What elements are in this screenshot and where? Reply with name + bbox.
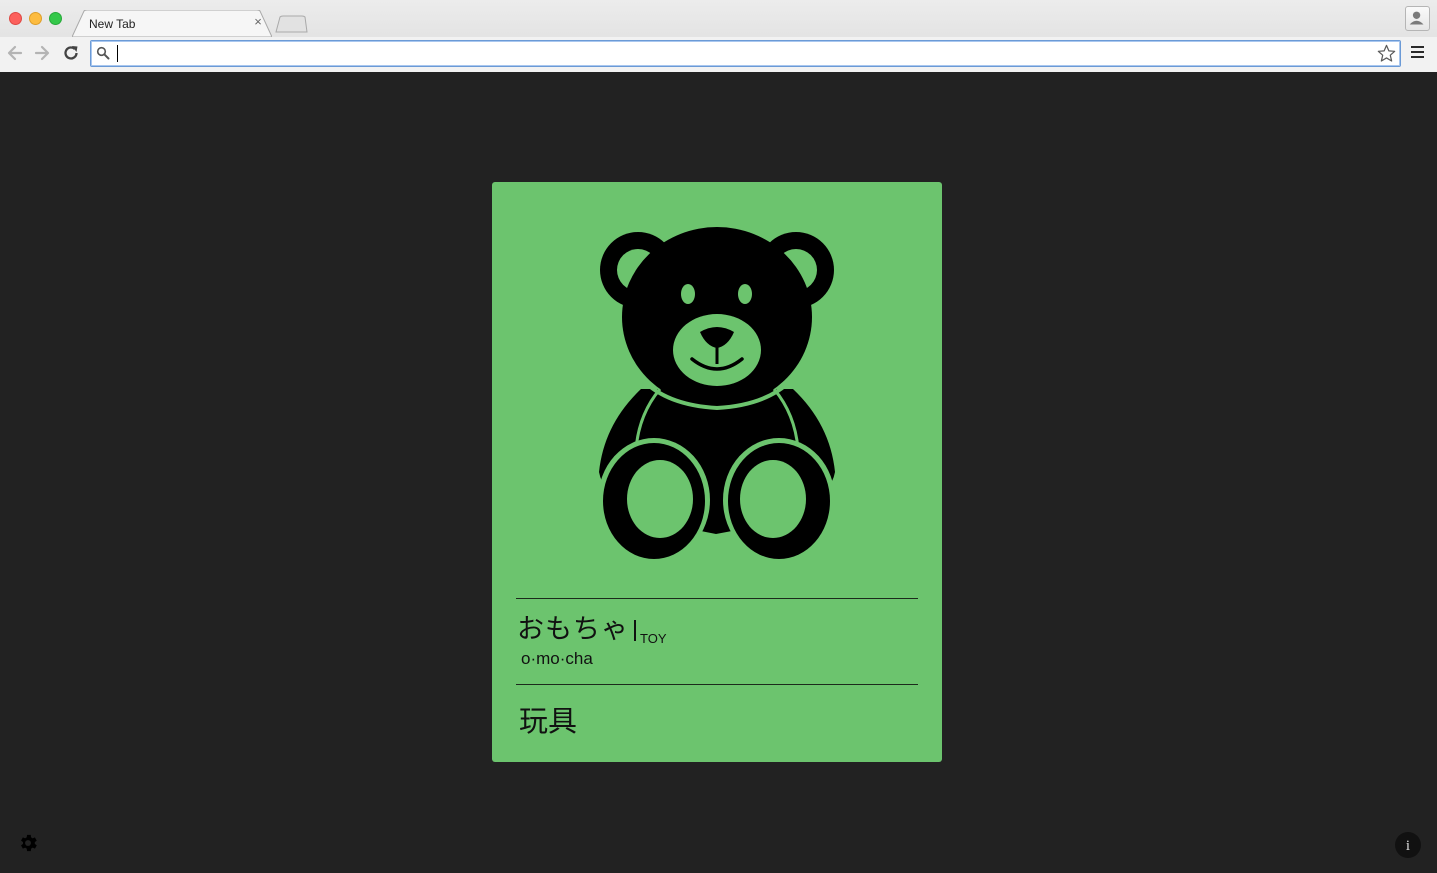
new-tab-button[interactable] bbox=[274, 15, 308, 33]
forward-arrow-icon[interactable] bbox=[32, 43, 52, 63]
kanji-word: 玩具 bbox=[519, 704, 578, 738]
address-input[interactable] bbox=[116, 44, 1371, 63]
bookmark-star-icon[interactable] bbox=[1377, 44, 1396, 63]
window-minimize-button[interactable] bbox=[29, 12, 42, 25]
romaji-reading: o·mo·cha bbox=[521, 649, 593, 668]
teddy-bear-icon bbox=[598, 227, 835, 562]
search-icon bbox=[96, 46, 110, 60]
english-translation: TOY bbox=[640, 631, 667, 646]
profile-icon bbox=[1409, 11, 1424, 25]
divider-top bbox=[516, 598, 918, 599]
back-arrow-icon[interactable] bbox=[5, 43, 25, 63]
text-caret bbox=[117, 45, 118, 62]
tab-title: New Tab bbox=[89, 17, 136, 31]
profile-button[interactable] bbox=[1405, 6, 1430, 31]
reload-icon[interactable] bbox=[61, 43, 81, 63]
japanese-word: おもちゃ bbox=[517, 614, 629, 645]
gear-icon[interactable] bbox=[17, 832, 39, 854]
separator-bar bbox=[634, 620, 636, 641]
window-maximize-button[interactable] bbox=[49, 12, 62, 25]
hamburger-menu-icon[interactable] bbox=[1411, 46, 1425, 60]
info-button[interactable]: i bbox=[1395, 832, 1421, 858]
divider-bottom bbox=[516, 684, 918, 685]
tab-close-button[interactable]: × bbox=[252, 14, 264, 29]
window-close-button[interactable] bbox=[9, 12, 22, 25]
